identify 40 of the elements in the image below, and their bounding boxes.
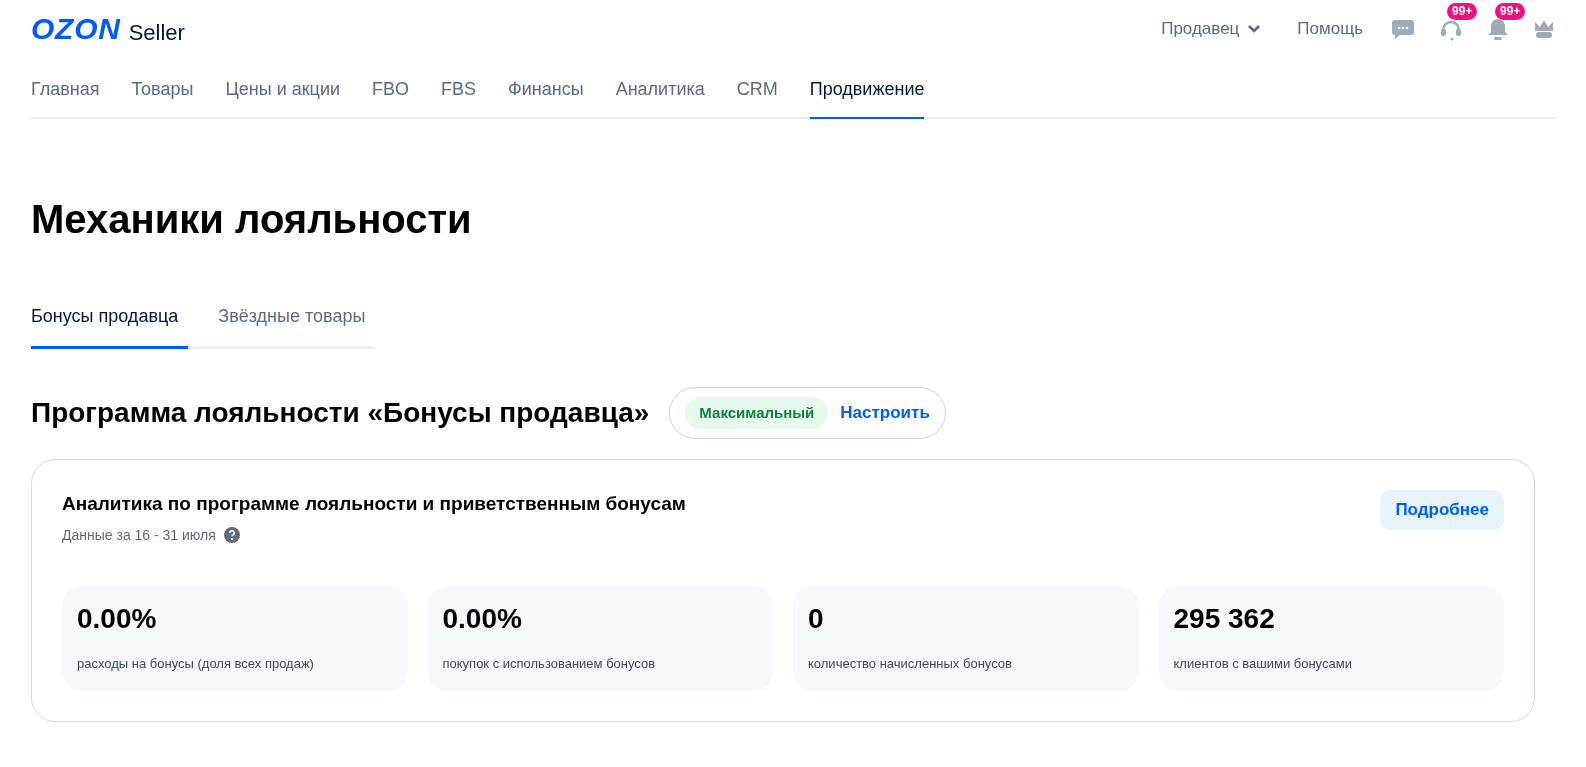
crown-icon: [1533, 18, 1555, 40]
logo[interactable]: OZON: [31, 14, 121, 44]
metric-value: 0: [808, 601, 825, 636]
nav-tab[interactable]: Цены и акции: [225, 76, 340, 119]
help-icon[interactable]: [223, 527, 240, 543]
chat-button[interactable]: [1391, 18, 1415, 40]
bell-button[interactable]: [1487, 17, 1509, 41]
level-badge: Максимальный: [685, 396, 829, 430]
crown-button[interactable]: [1533, 18, 1555, 40]
count-badge: 99+: [1495, 3, 1526, 20]
section-tab[interactable]: Звёздные товары: [188, 303, 376, 349]
nav-tab[interactable]: CRM: [736, 76, 778, 119]
chat-icon: [1391, 18, 1415, 40]
metric-value: 0.00%: [77, 601, 158, 636]
metric-label: расходы на бонусы (доля всех продаж): [77, 654, 315, 673]
nav-tab[interactable]: FBO: [372, 76, 410, 119]
metric-value: 0.00%: [442, 601, 523, 636]
bell-icon: [1487, 17, 1509, 41]
configure-link[interactable]: Настроить: [840, 400, 930, 426]
section-tab[interactable]: Бонусы продавца: [31, 303, 189, 349]
details-button[interactable]: Подробнее: [1380, 490, 1504, 530]
nav-tab[interactable]: Финансы: [508, 76, 584, 119]
nav-tab[interactable]: Аналитика: [615, 76, 705, 119]
chevron-down-icon: [1247, 24, 1262, 34]
metric-value: 295 362: [1173, 601, 1276, 636]
logo-suffix: Seller: [128, 22, 185, 44]
seller-menu[interactable]: Продавец: [1161, 16, 1262, 42]
metric-label: количество начисленных бонусов: [808, 654, 1013, 673]
help-link[interactable]: Помощь: [1297, 16, 1363, 42]
metric-label: покупок с использованием бонусов: [442, 654, 657, 673]
nav-tab[interactable]: FBS: [441, 76, 477, 119]
nav-tab[interactable]: Главная: [31, 76, 100, 119]
nav-tab[interactable]: Продвижение: [809, 76, 925, 119]
metric-label: клиентов с вашими бонусами: [1173, 654, 1353, 673]
page-title: Механики лояльности: [31, 196, 473, 243]
analytics-title: Аналитика по программе лояльности и приветственным бонусам: [62, 492, 687, 516]
program-title: Программа лояльности «Бонусы продавца»: [31, 396, 650, 430]
nav-tab[interactable]: Товары: [131, 76, 194, 119]
period-text: Данные за 16 - 31 июля: [62, 525, 216, 545]
count-badge: 99+: [1447, 3, 1478, 20]
